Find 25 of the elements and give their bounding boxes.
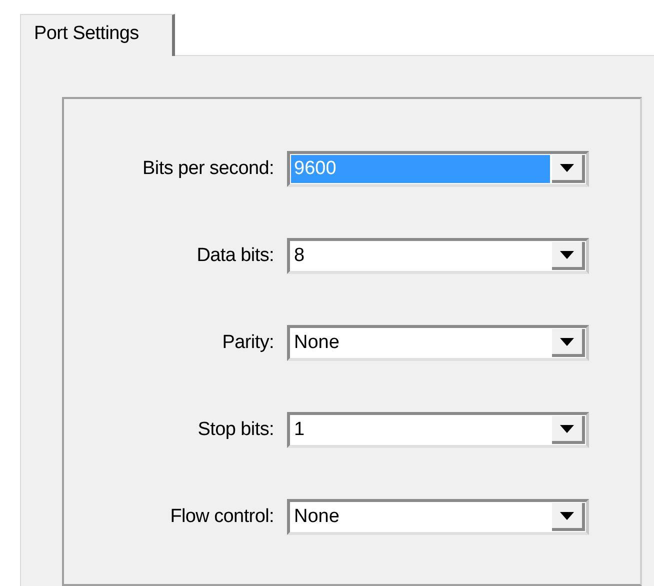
field-label: Bits per second: — [142, 158, 274, 180]
caret-icon — [560, 250, 574, 258]
field-label: Stop bits: — [196, 419, 274, 441]
caret-icon — [560, 512, 574, 520]
dropdown-value: None — [293, 505, 340, 529]
dropdown[interactable]: None — [287, 499, 589, 535]
dropdown-value: None — [293, 331, 340, 355]
field-label: Data bits: — [196, 245, 274, 267]
dropdown-arrow-button[interactable] — [552, 329, 585, 357]
dropdown[interactable]: None — [287, 325, 589, 361]
dropdown-arrow-button[interactable] — [552, 503, 585, 531]
caret-icon — [560, 338, 574, 346]
field-label: Parity: — [221, 332, 274, 354]
dropdown[interactable]: 1 — [287, 412, 589, 448]
dropdown[interactable]: 8 — [287, 238, 589, 274]
caret-icon — [560, 424, 574, 432]
field-label: Flow control: — [169, 506, 274, 528]
caret-icon — [560, 164, 574, 172]
tab[interactable]: Port Settings — [20, 14, 175, 56]
dropdown-value: 9600 — [291, 155, 550, 183]
dropdown-value: 8 — [293, 244, 306, 268]
dropdown-arrow-button[interactable] — [552, 242, 585, 270]
dropdown-value: 1 — [293, 418, 306, 442]
dropdown-arrow-button[interactable] — [552, 155, 585, 183]
dropdown-arrow-button[interactable] — [552, 416, 585, 444]
